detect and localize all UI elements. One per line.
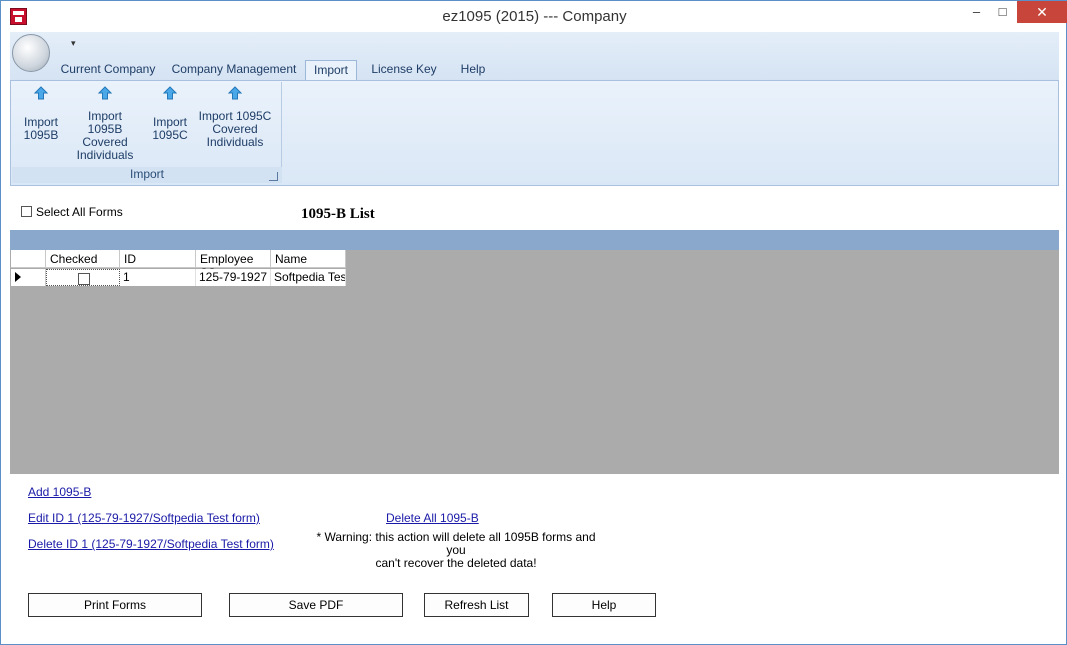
row-name-cell[interactable]: Softpedia Tes — [271, 269, 346, 286]
row-checkbox[interactable] — [78, 272, 90, 285]
edit-form-link[interactable]: Edit ID 1 (125-79-1927/Softpedia Test fo… — [28, 511, 260, 525]
button-label-line: Individuals — [76, 148, 134, 162]
app-window: ez1095 (2015) --- Company ‒ □ ✕ ▾ Curren… — [0, 0, 1067, 645]
row-selector-arrow-icon[interactable] — [11, 269, 46, 286]
quick-access-dropdown-icon[interactable]: ▾ — [71, 38, 76, 49]
delete-form-link[interactable]: Delete ID 1 (125-79-1927/Softpedia Test … — [28, 537, 274, 551]
help-button[interactable]: Help — [552, 593, 656, 617]
import-1095c-covered-individuals-button[interactable]: Import 1095C Covered Individuals — [198, 86, 272, 149]
column-header-checked[interactable]: Checked — [46, 250, 120, 268]
import-1095c-button[interactable]: Import 1095C — [148, 86, 192, 142]
close-button[interactable]: ✕ — [1017, 1, 1067, 23]
grid-corner-cell[interactable] — [11, 250, 46, 268]
row-employee-ss-cell[interactable]: 125-79-1927 — [196, 269, 271, 286]
button-label-line: 1095C — [152, 128, 188, 142]
select-all-label: Select All Forms — [36, 204, 123, 219]
save-pdf-button[interactable]: Save PDF — [229, 593, 403, 617]
button-label-line: Import 1095C — [198, 109, 272, 123]
up-arrow-icon — [228, 86, 242, 100]
delete-all-1095b-link[interactable]: Delete All 1095-B — [386, 511, 479, 525]
row-checked-cell[interactable] — [46, 269, 120, 286]
tab-current-company[interactable]: Current Company — [57, 60, 159, 80]
window-title: ez1095 (2015) --- Company — [442, 8, 627, 25]
ribbon-tab-strip — [10, 32, 1059, 80]
maximize-button[interactable]: □ — [989, 1, 1016, 23]
title-bar[interactable]: ez1095 (2015) --- Company ‒ □ ✕ — [1, 1, 1067, 32]
column-header-id[interactable]: ID — [120, 250, 196, 268]
import-1095b-covered-individuals-button[interactable]: Import 1095B Covered Individuals — [69, 86, 141, 162]
up-arrow-icon — [34, 86, 48, 100]
column-header-name[interactable]: Name — [271, 250, 346, 268]
dialog-launcher-icon[interactable] — [269, 172, 278, 181]
up-arrow-icon — [98, 86, 112, 100]
column-header-employee-ss[interactable]: Employee SS — [196, 250, 271, 280]
select-all-checkbox[interactable]: Select All Forms — [21, 204, 123, 219]
add-1095b-link[interactable]: Add 1095-B — [28, 485, 91, 499]
application-orb-button[interactable] — [12, 34, 50, 72]
delete-warning-text: * Warning: this action will delete all 1… — [311, 531, 601, 570]
minimize-button[interactable]: ‒ — [963, 1, 990, 23]
tab-import[interactable]: Import — [305, 60, 357, 80]
button-label-line: Covered — [212, 122, 258, 136]
button-label-line: Individuals — [206, 135, 264, 149]
print-forms-button[interactable]: Print Forms — [28, 593, 202, 617]
checkbox-icon[interactable] — [21, 206, 32, 218]
up-arrow-icon — [163, 86, 177, 100]
button-label-line: Import 1095B — [87, 109, 123, 136]
button-label-line: Import — [23, 115, 58, 129]
grid-header-bar — [10, 230, 1059, 250]
row-id-cell[interactable]: 1 — [120, 269, 196, 286]
warning-line: * Warning: this action will delete all 1… — [316, 530, 596, 557]
warning-line: can't recover the deleted data! — [375, 556, 537, 570]
button-label-line: Covered — [82, 135, 128, 149]
tab-help[interactable]: Help — [453, 60, 493, 80]
button-label-line: 1095B — [23, 128, 59, 142]
ribbon-group-label: Import — [12, 167, 282, 183]
button-label-line: Import — [152, 115, 187, 129]
import-1095b-button[interactable]: Import 1095B — [19, 86, 63, 142]
tab-company-management[interactable]: Company Management — [169, 60, 299, 80]
refresh-list-button[interactable]: Refresh List — [424, 593, 529, 617]
tab-license-key[interactable]: License Key — [365, 60, 443, 80]
list-title: 1095-B List — [301, 206, 375, 222]
